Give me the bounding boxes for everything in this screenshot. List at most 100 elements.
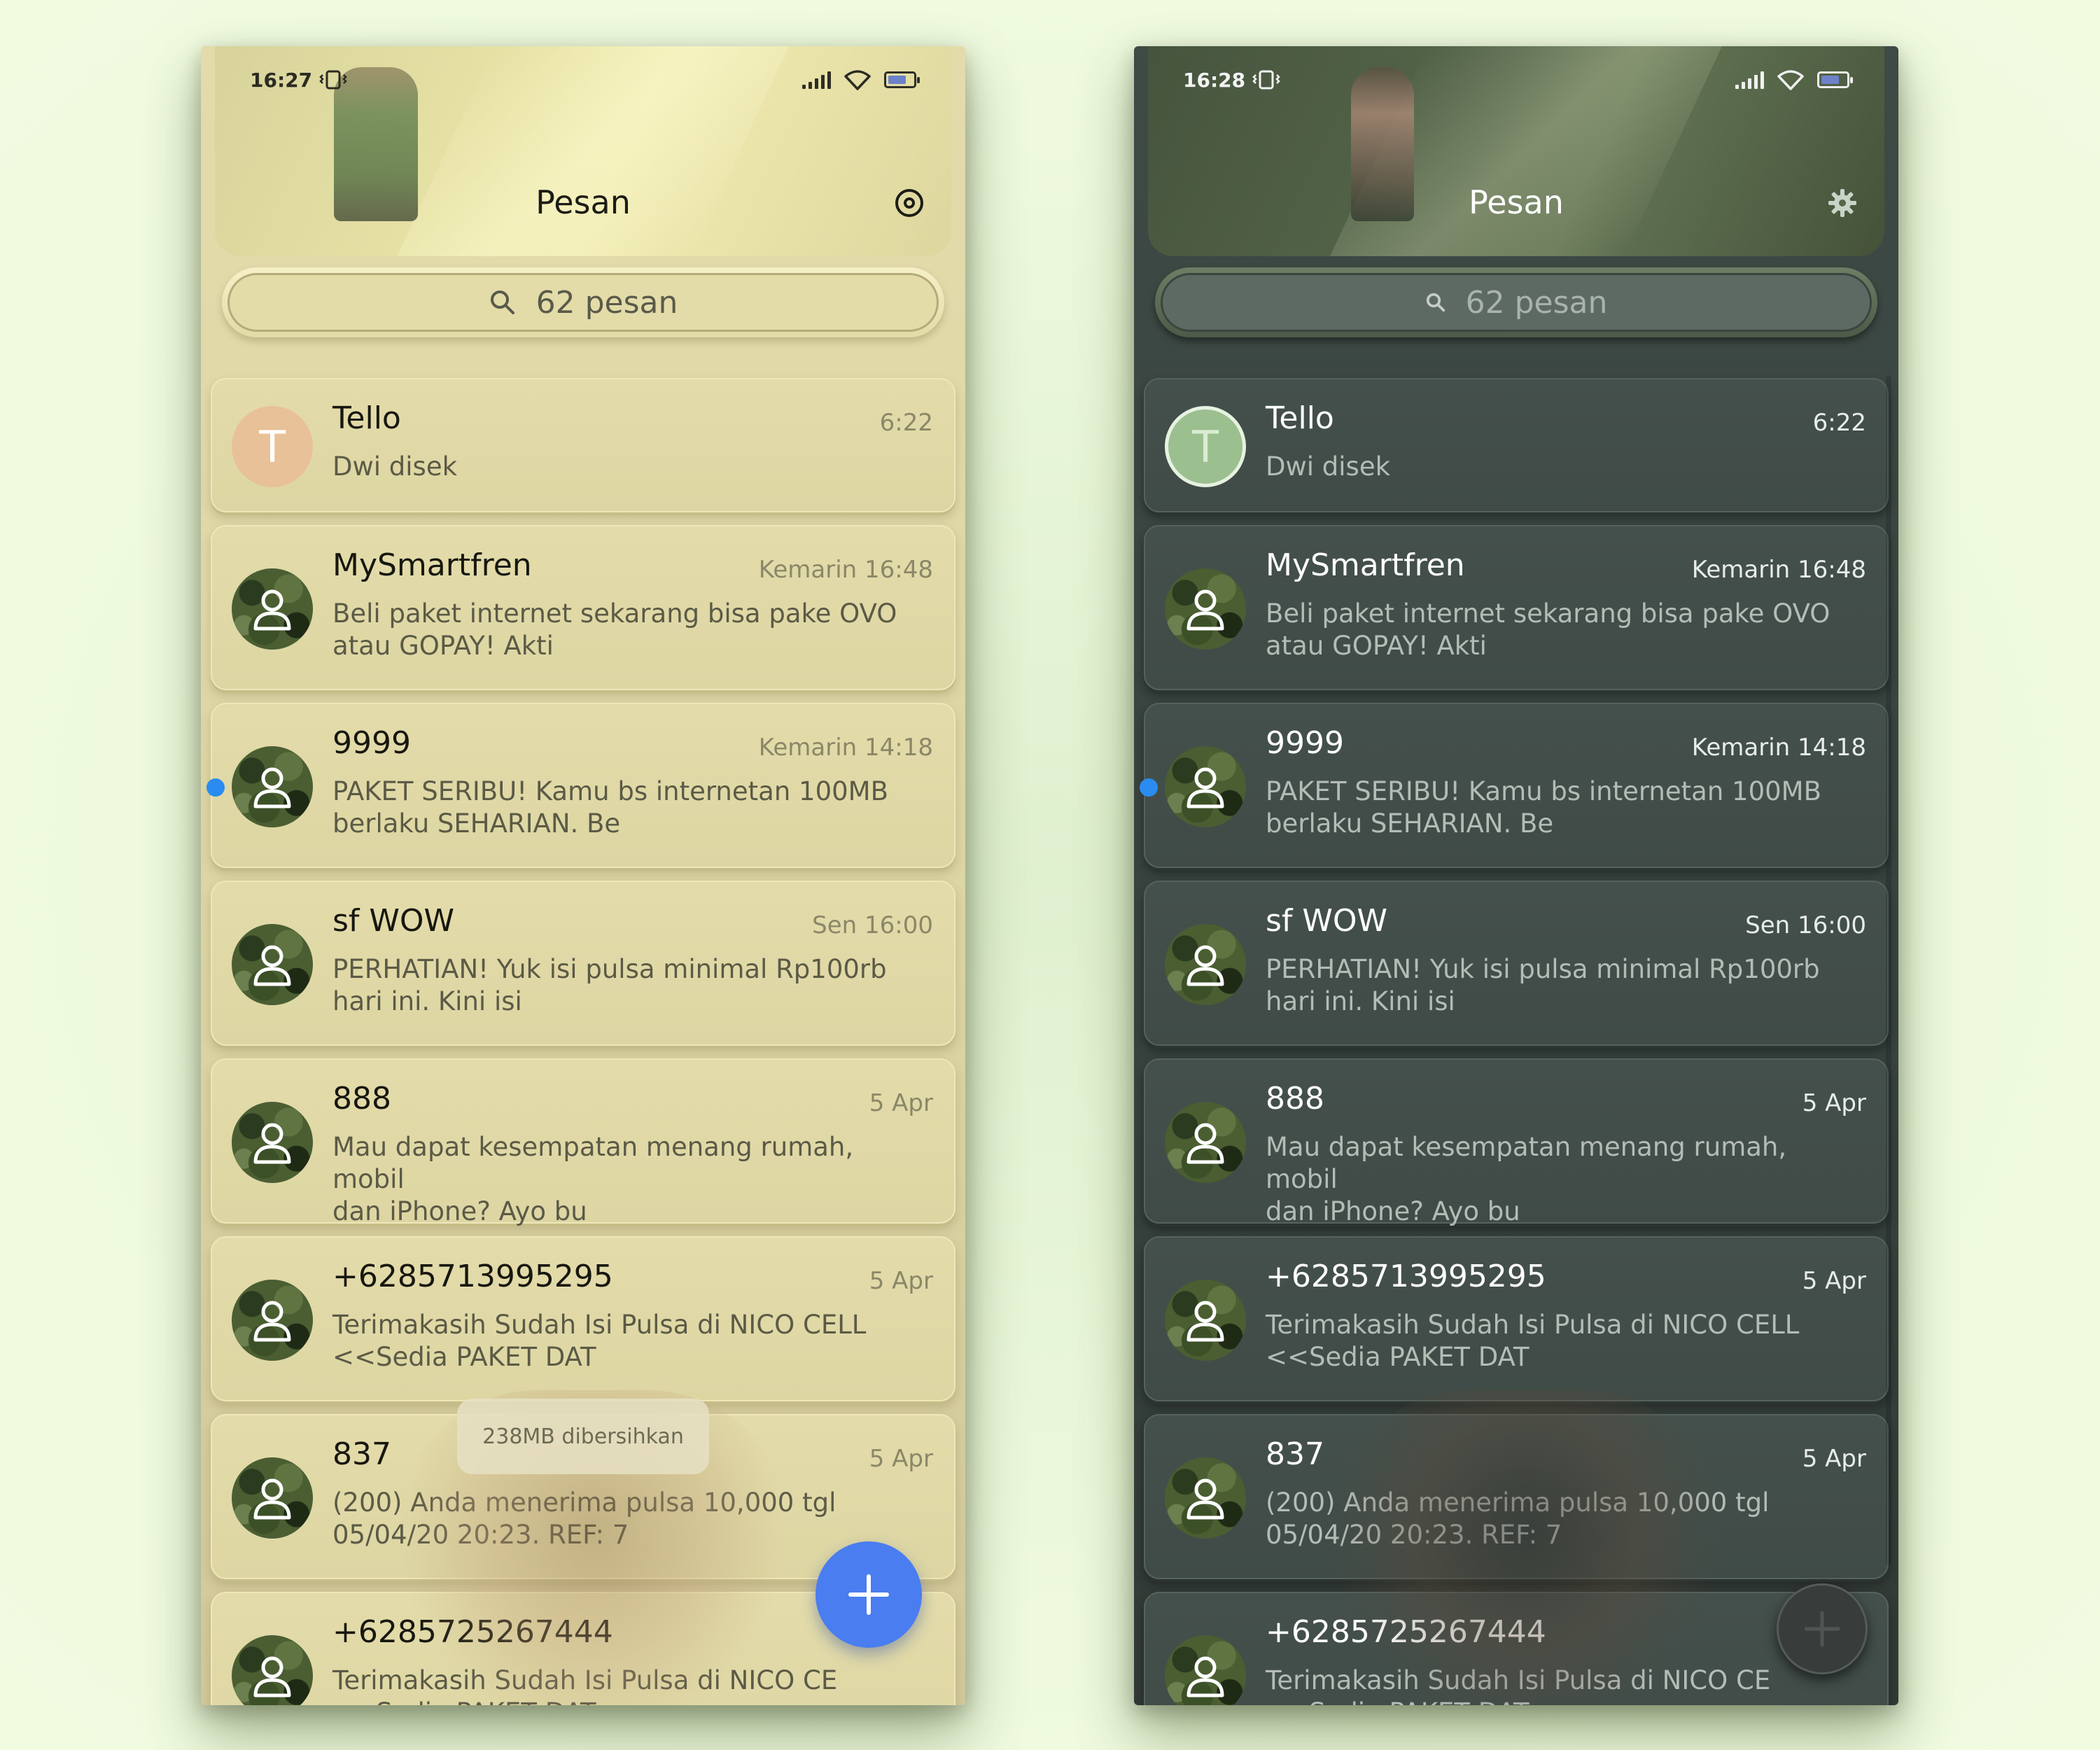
status-time: 16:27 <box>250 68 313 92</box>
conversation-item[interactable]: MySmartfren Kemarin 16:48 Beli paket int… <box>1144 525 1889 690</box>
wifi-icon <box>1777 70 1804 90</box>
conversation-item[interactable]: T Tello 6:22 Dwi disek <box>1144 378 1889 512</box>
avatar: T <box>1165 406 1246 487</box>
conversation-item[interactable]: 9999 Kemarin 14:18 PAKET SERIBU! Kamu bs… <box>1140 703 1889 868</box>
avatar <box>1165 568 1246 650</box>
conversation-preview: PAKET SERIBU! Kamu bs internetan 100MB b… <box>1266 776 1821 839</box>
avatar <box>1165 746 1246 827</box>
conversation-name: MySmartfren <box>1266 547 1465 583</box>
person-icon <box>253 589 291 631</box>
search-placeholder: 62 pesan <box>536 284 678 321</box>
conversation-preview: (200) Anda menerima pulsa 10,000 tgl 05/… <box>332 1488 836 1550</box>
conversation-time: 6:22 <box>1812 409 1866 437</box>
search-placeholder: 62 pesan <box>1465 284 1608 321</box>
conversation-time: Sen 16:00 <box>812 911 933 939</box>
avatar <box>232 1102 313 1183</box>
person-icon <box>1186 1123 1224 1164</box>
signal-icon <box>1735 71 1764 89</box>
person-icon <box>253 767 291 808</box>
wifi-icon <box>844 70 871 90</box>
person-icon <box>1186 1301 1224 1342</box>
conversation-time: Kemarin 16:48 <box>758 556 933 584</box>
toast-message: 238MB dibersihkan <box>457 1399 709 1474</box>
conversation-item[interactable]: +6285713995295 5 Apr Terimakasih Sudah I… <box>211 1236 955 1401</box>
gear-icon[interactable] <box>1826 186 1859 220</box>
conversation-name: +6285725267444 <box>332 1614 613 1650</box>
conversation-item[interactable]: +6285725267444 Terimakasih Sudah Isi Pul… <box>1144 1592 1889 1705</box>
conversation-name: +6285725267444 <box>1266 1614 1546 1650</box>
battery-icon <box>1817 71 1853 88</box>
status-bar: 16:28 <box>1134 46 1898 113</box>
avatar <box>1165 1635 1246 1705</box>
avatar <box>1165 924 1246 1005</box>
unread-indicator <box>206 778 225 797</box>
plus-icon <box>848 1574 889 1615</box>
phone-screen-light: 16:27 Pesan 62 pesan T Tello 6:22 Dwi di… <box>201 46 965 1705</box>
vibrate-icon <box>319 70 347 90</box>
avatar <box>232 1280 313 1361</box>
conversation-time: 5 Apr <box>869 1089 933 1117</box>
conversation-item[interactable]: 888 5 Apr Mau dapat kesempatan menang ru… <box>211 1058 955 1226</box>
new-message-button[interactable] <box>1777 1583 1868 1674</box>
vibrate-icon <box>1252 70 1280 90</box>
conversation-item[interactable]: 837 5 Apr (200) Anda menerima pulsa 10,0… <box>1144 1414 1889 1579</box>
status-bar: 16:27 <box>201 46 965 113</box>
search-icon <box>490 290 514 314</box>
conversation-preview: PAKET SERIBU! Kamu bs internetan 100MB b… <box>332 776 888 839</box>
avatar: T <box>232 406 313 487</box>
conversation-name: 9999 <box>1266 725 1344 761</box>
conversation-preview: Terimakasih Sudah Isi Pulsa di NICO CELL… <box>1266 1310 1800 1372</box>
conversation-time: 5 Apr <box>869 1267 933 1295</box>
conversation-name: 9999 <box>332 725 411 761</box>
conversation-time: Kemarin 14:18 <box>1691 734 1866 762</box>
conversation-preview: Beli paket internet sekarang bisa pake O… <box>332 598 897 661</box>
conversation-preview: Mau dapat kesempatan menang rumah, mobil… <box>1266 1132 1787 1226</box>
conversation-preview: PERHATIAN! Yuk isi pulsa minimal Rp100rb… <box>332 954 887 1016</box>
conversation-name: +6285713995295 <box>1266 1259 1546 1294</box>
search-bar[interactable]: 62 pesan <box>1155 267 1877 337</box>
conversation-item[interactable]: sf WOW Sen 16:00 PERHATIAN! Yuk isi puls… <box>211 881 955 1046</box>
conversation-preview: Dwi disek <box>332 451 458 482</box>
conversation-name: MySmartfren <box>332 547 532 583</box>
new-message-button[interactable] <box>816 1541 922 1648</box>
conversation-preview: Terimakasih Sudah Isi Pulsa di NICO CE <… <box>1266 1665 1771 1705</box>
conversation-item[interactable]: T Tello 6:22 Dwi disek <box>211 378 955 512</box>
scrollbar[interactable] <box>1886 375 1891 1565</box>
conversation-item[interactable]: MySmartfren Kemarin 16:48 Beli paket int… <box>211 525 955 690</box>
search-bar[interactable]: 62 pesan <box>222 267 944 337</box>
conversation-preview: PERHATIAN! Yuk isi pulsa minimal Rp100rb… <box>1266 954 1820 1016</box>
conversation-item[interactable]: +6285713995295 5 Apr Terimakasih Sudah I… <box>1144 1236 1889 1401</box>
person-icon <box>1186 1478 1224 1520</box>
person-icon <box>1186 945 1224 986</box>
person-icon <box>1186 1656 1224 1698</box>
avatar <box>232 1457 313 1539</box>
conversation-item[interactable]: sf WOW Sen 16:00 PERHATIAN! Yuk isi puls… <box>1144 881 1889 1046</box>
conversation-time: Kemarin 14:18 <box>758 734 933 762</box>
conversation-time: 5 Apr <box>1802 1089 1866 1117</box>
plus-icon <box>1804 1611 1840 1647</box>
conversation-item[interactable]: 9999 Kemarin 14:18 PAKET SERIBU! Kamu bs… <box>206 703 955 868</box>
phone-screen-dark: 16:28 Pesan 62 pesan T Tello 6:22 Dwi di… <box>1134 46 1898 1705</box>
search-input[interactable]: 62 pesan <box>1161 273 1872 332</box>
avatar <box>232 1635 313 1705</box>
conversation-preview: Terimakasih Sudah Isi Pulsa di NICO CELL… <box>332 1310 867 1372</box>
conversation-name: 888 <box>332 1081 391 1116</box>
conversation-time: Sen 16:00 <box>1745 911 1866 939</box>
settings-icon[interactable] <box>892 186 926 220</box>
page-title: Pesan <box>536 183 631 221</box>
person-icon <box>253 945 291 986</box>
avatar <box>232 568 313 650</box>
conversation-preview: Terimakasih Sudah Isi Pulsa di NICO CE <… <box>332 1665 838 1705</box>
person-icon <box>253 1478 291 1520</box>
conversation-name: sf WOW <box>332 903 455 939</box>
battery-icon <box>884 71 920 88</box>
avatar <box>232 746 313 827</box>
avatar <box>1165 1102 1246 1183</box>
search-input[interactable]: 62 pesan <box>227 273 939 332</box>
conversation-time: 6:22 <box>879 409 933 437</box>
conversation-item[interactable]: 888 5 Apr Mau dapat kesempatan menang ru… <box>1144 1058 1889 1226</box>
conversation-preview: (200) Anda menerima pulsa 10,000 tgl 05/… <box>1266 1488 1770 1550</box>
status-time: 16:28 <box>1183 68 1246 92</box>
unread-indicator <box>1140 778 1158 797</box>
avatar <box>1165 1457 1246 1539</box>
